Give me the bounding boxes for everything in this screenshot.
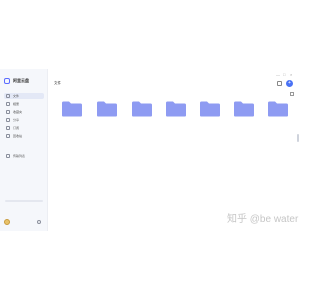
main-panel: 文件 — □ × + <box>48 69 300 231</box>
photo-icon <box>6 102 10 106</box>
sidebar-item-subscribe[interactable]: 订阅 <box>4 125 44 131</box>
folder-item[interactable] <box>61 101 83 128</box>
sidebar-item-photos[interactable]: 相册 <box>4 101 44 107</box>
sidebar-item-share[interactable]: 分享 <box>4 117 44 123</box>
folder-icon <box>200 101 220 117</box>
sidebar: 阿里云盘 文件 相册 收藏夹 分享 订阅 回收站 传输列表 <box>0 69 48 231</box>
watermark-text: 知乎 @be water <box>227 214 299 225</box>
sidebar-item-files[interactable]: 文件 <box>4 93 44 99</box>
folder-item[interactable] <box>233 101 255 128</box>
sidebar-item-transfers[interactable]: 传输列表 <box>4 153 44 159</box>
sidebar-item-label: 相册 <box>13 102 20 106</box>
file-icon <box>6 94 10 98</box>
sidebar-item-label: 订阅 <box>13 126 20 130</box>
sidebar-item-favorites[interactable]: 收藏夹 <box>4 109 44 115</box>
upload-button[interactable]: + <box>286 80 293 87</box>
folder-icon <box>166 101 186 117</box>
app-window: 阿里云盘 文件 相册 收藏夹 分享 订阅 回收站 传输列表 文件 — □ × + <box>0 69 300 231</box>
scrollbar[interactable] <box>297 134 299 142</box>
app-logo: 阿里云盘 <box>4 77 29 85</box>
folder-item[interactable] <box>131 101 153 128</box>
close-button[interactable]: × <box>290 73 292 77</box>
grid-view-icon[interactable] <box>290 92 294 96</box>
avatar[interactable] <box>4 219 10 225</box>
folder-icon <box>132 101 152 117</box>
gear-icon[interactable] <box>37 220 41 224</box>
cloud-drive-logo-icon <box>4 78 10 84</box>
toolbar-icon[interactable] <box>277 81 282 86</box>
subscribe-icon <box>6 126 10 130</box>
folder-icon <box>268 101 288 117</box>
folder-icon <box>62 101 82 117</box>
sidebar-item-label: 分享 <box>13 118 20 122</box>
folder-icon <box>97 101 117 117</box>
sidebar-item-trash[interactable]: 回收站 <box>4 133 44 139</box>
folder-icon <box>234 101 254 117</box>
trash-icon <box>6 134 10 138</box>
folder-item[interactable] <box>165 101 187 128</box>
page-title: 文件 <box>54 81 61 85</box>
folder-item[interactable] <box>199 101 221 128</box>
minimize-button[interactable]: — <box>276 73 280 77</box>
sidebar-item-label: 文件 <box>13 94 20 98</box>
app-name: 阿里云盘 <box>13 78 29 83</box>
star-icon <box>6 110 10 114</box>
sidebar-item-label: 传输列表 <box>13 154 26 158</box>
share-icon <box>6 118 10 122</box>
sidebar-item-label: 收藏夹 <box>13 110 23 114</box>
storage-quota-bar <box>5 200 43 202</box>
sidebar-item-label: 回收站 <box>13 134 23 138</box>
transfer-icon <box>6 154 10 158</box>
folder-item[interactable] <box>267 101 289 128</box>
folder-item[interactable] <box>96 101 118 128</box>
maximize-button[interactable]: □ <box>283 73 285 77</box>
